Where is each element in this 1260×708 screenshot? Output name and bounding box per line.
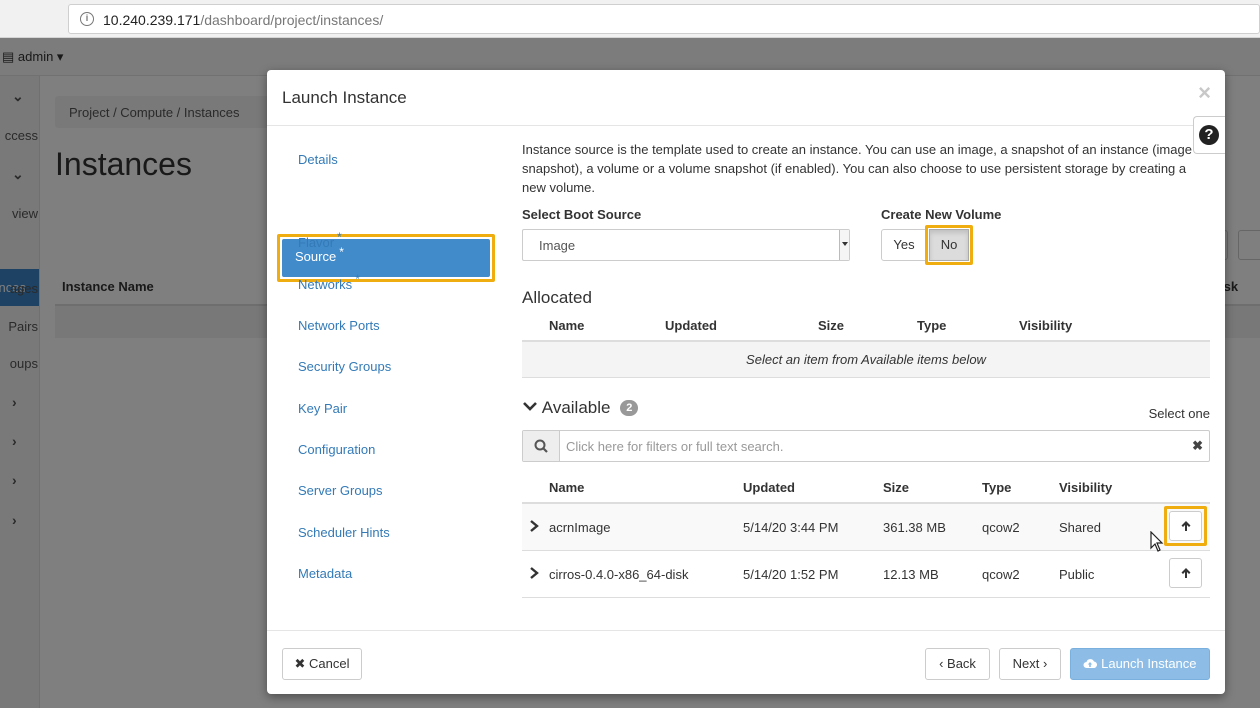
- nav-item-server-groups[interactable]: Server Groups: [298, 483, 383, 498]
- column-header: Type: [917, 318, 947, 333]
- chevron-right-icon[interactable]: [528, 519, 540, 533]
- help-icon: ?: [1199, 125, 1219, 145]
- step-description: Instance source is the template used to …: [522, 142, 1192, 195]
- next-button[interactable]: Next ›: [999, 648, 1061, 680]
- cloud-upload-icon: [1083, 659, 1098, 669]
- boot-source-label: Select Boot Source: [522, 207, 642, 222]
- launch-instance-modal: Launch Instance × ? Details Source * Flav…: [267, 70, 1225, 694]
- boot-source-select[interactable]: Image: [522, 229, 850, 261]
- image-updated: 5/14/20 1:52 PM: [743, 567, 839, 582]
- allocate-button[interactable]: [1169, 511, 1202, 541]
- image-type: qcow2: [982, 520, 1020, 535]
- image-name: cirros-0.4.0-x86_64-disk: [549, 567, 689, 582]
- chevron-right-icon[interactable]: [528, 566, 540, 580]
- arrow-up-icon: [1181, 521, 1191, 531]
- table-row: cirros-0.4.0-x86_64-disk 5/14/20 1:52 PM…: [522, 551, 1210, 598]
- volume-yes-button[interactable]: Yes: [881, 229, 927, 261]
- modal-footer: ✖ Cancel ‹ Back Next › Launch Instance: [267, 630, 1225, 694]
- clear-search-icon[interactable]: ✖: [1192, 438, 1203, 454]
- search-placeholder: Click here for filters or full text sear…: [566, 439, 784, 454]
- volume-no-button[interactable]: No: [929, 229, 969, 261]
- chevron-down-icon: [522, 398, 538, 414]
- image-size: 361.38 MB: [883, 520, 946, 535]
- allocate-button[interactable]: [1169, 558, 1202, 588]
- caret-down-icon: [839, 230, 849, 260]
- create-volume-label: Create New Volume: [881, 207, 1002, 222]
- allocated-table-header: Name Updated Size Type Visibility: [522, 312, 1210, 342]
- back-button[interactable]: ‹ Back: [925, 648, 990, 680]
- column-header[interactable]: Visibility: [1059, 480, 1112, 495]
- nav-item-configuration[interactable]: Configuration: [298, 442, 375, 457]
- boot-source-value: Image: [539, 238, 576, 253]
- column-header: Visibility: [1019, 318, 1073, 333]
- nav-item-scheduler-hints[interactable]: Scheduler Hints: [298, 525, 390, 540]
- allocated-title: Allocated: [522, 288, 592, 307]
- arrow-up-icon: [1181, 568, 1191, 578]
- select-hint: Select one: [1148, 406, 1210, 421]
- address-bar[interactable]: i 10.240.239.171/dashboard/project/insta…: [68, 4, 1260, 34]
- image-updated: 5/14/20 3:44 PM: [743, 520, 839, 535]
- image-visibility: Shared: [1059, 520, 1101, 535]
- available-title: Available: [541, 398, 611, 417]
- available-count-badge: 2: [620, 400, 639, 416]
- image-visibility: Public: [1059, 567, 1095, 582]
- browser-toolbar: i 10.240.239.171/dashboard/project/insta…: [0, 0, 1260, 38]
- table-row: acrnImage 5/14/20 3:44 PM 361.38 MB qcow…: [522, 504, 1210, 551]
- available-table-header: Name Updated Size Type Visibility: [522, 474, 1210, 504]
- search-icon: [523, 431, 560, 461]
- close-icon: ✖: [294, 656, 306, 671]
- column-header: Name: [549, 318, 585, 333]
- close-icon[interactable]: ×: [1198, 82, 1211, 104]
- column-header[interactable]: Size: [883, 480, 909, 495]
- column-header: Updated: [665, 318, 717, 333]
- nav-item-security-groups[interactable]: Security Groups: [298, 359, 391, 374]
- nav-item-network-ports[interactable]: Network Ports: [298, 318, 380, 333]
- image-size: 12.13 MB: [883, 567, 939, 582]
- nav-item-details[interactable]: Details: [298, 152, 338, 167]
- nav-item-metadata[interactable]: Metadata: [298, 566, 352, 581]
- site-info-icon[interactable]: i: [80, 12, 94, 26]
- nav-item-networks[interactable]: Networks *: [298, 272, 360, 292]
- modal-header: Launch Instance ×: [267, 70, 1225, 126]
- nav-item-flavor[interactable]: Flavor *: [298, 230, 342, 250]
- column-header[interactable]: Updated: [743, 480, 795, 495]
- image-name: acrnImage: [549, 520, 611, 535]
- chevron-left-icon: ‹: [939, 656, 944, 671]
- search-input[interactable]: Click here for filters or full text sear…: [522, 430, 1210, 462]
- highlight-box: [1164, 506, 1207, 546]
- allocated-empty-message: Select an item from Available items belo…: [522, 342, 1210, 378]
- chevron-right-icon: ›: [1043, 656, 1048, 671]
- nav-item-key-pair[interactable]: Key Pair: [298, 401, 347, 416]
- column-header: Size: [818, 318, 845, 333]
- url-text: 10.240.239.171/dashboard/project/instanc…: [103, 12, 384, 28]
- launch-instance-button[interactable]: Launch Instance: [1070, 648, 1210, 680]
- cancel-button[interactable]: ✖ Cancel: [282, 648, 362, 680]
- column-header[interactable]: Type: [982, 480, 1011, 495]
- modal-title: Launch Instance: [282, 88, 407, 107]
- available-toggle[interactable]: Available 2: [522, 397, 639, 418]
- mouse-cursor-icon: [1150, 530, 1164, 556]
- highlight-box: No: [925, 225, 973, 265]
- column-header[interactable]: Name: [549, 480, 584, 495]
- image-type: qcow2: [982, 567, 1020, 582]
